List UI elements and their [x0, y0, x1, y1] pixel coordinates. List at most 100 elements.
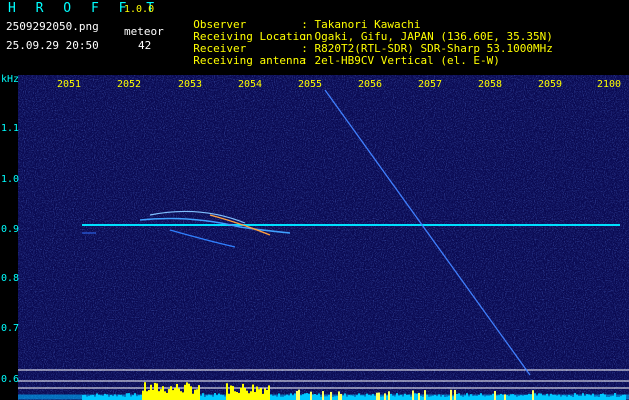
spectrum-bar	[202, 393, 204, 400]
spectrum-bar	[414, 393, 416, 400]
spectrum-bar	[548, 396, 550, 400]
spectrum-bar	[488, 395, 490, 400]
spectrum-bar	[270, 394, 272, 400]
spectrum-bar	[490, 395, 492, 400]
spectrum-bar	[456, 393, 458, 400]
spectrum-bar	[466, 393, 468, 400]
info-key: Receiving antenna	[193, 54, 306, 67]
y-tick: 0.9	[1, 224, 20, 235]
spectrum-bar	[396, 393, 398, 400]
spectrum-bar	[128, 393, 130, 400]
spectrum-bar	[474, 395, 476, 400]
spectrum-bar	[386, 395, 388, 400]
spectrum-bar	[546, 393, 548, 400]
y-tick: 0.8	[1, 273, 20, 284]
x-tick: 2053	[178, 79, 203, 90]
spectrum-bar	[426, 394, 428, 400]
spectrum-bar	[566, 396, 568, 400]
spectrum-bar	[552, 394, 554, 400]
spectrum-bar	[182, 392, 184, 400]
spectrum-bar	[610, 396, 612, 400]
spectrum-bar	[122, 396, 124, 400]
spectrum-bar	[400, 394, 402, 400]
x-tick: 2051	[57, 79, 82, 90]
spectrum-bar	[306, 393, 308, 400]
y-tick: 0.6	[1, 374, 20, 385]
spectrum-bar	[220, 394, 222, 400]
spectrum-bar	[340, 393, 342, 400]
spectrum-bar	[486, 395, 488, 400]
spectrum-bar	[424, 390, 426, 400]
spectrum-bar	[472, 396, 474, 400]
spectrum-bar	[366, 393, 368, 400]
spectrum-bar	[294, 393, 296, 400]
spectrum-bar	[588, 394, 590, 400]
spectrum-bar	[198, 385, 200, 400]
spectrum-bar	[528, 393, 530, 400]
spectrum-bar	[418, 392, 420, 400]
spectrum-bar	[556, 395, 558, 400]
spectrogram	[18, 75, 629, 400]
spectrum-bar	[218, 393, 220, 400]
spectrum-bar	[584, 396, 586, 400]
spectrum-bar	[476, 395, 478, 400]
spectrum-bar	[592, 393, 594, 400]
spectrum-bar	[440, 396, 442, 400]
file-name: 2509292050.png	[6, 20, 99, 33]
spectrum-bar	[510, 394, 512, 400]
spectrum-bar	[260, 388, 262, 400]
spectrum-bar	[558, 394, 560, 400]
spectrum-bar	[384, 393, 386, 400]
spectrum-bar	[408, 394, 410, 400]
spectrum-bar	[406, 394, 408, 400]
spectrum-bar	[420, 396, 422, 400]
spectrum-bar	[578, 396, 580, 400]
spectrum-bar	[248, 393, 250, 400]
spectrum-bar	[180, 391, 182, 400]
spectrum-bar	[560, 396, 562, 400]
spectrum-bar	[256, 386, 258, 400]
spectrum-bar	[200, 395, 202, 400]
spectrum-bar	[300, 395, 302, 400]
spectrum-bar	[250, 391, 252, 400]
spectrum-bar	[576, 394, 578, 400]
spectrum-bar	[352, 395, 354, 400]
spectrum-bar	[314, 393, 316, 400]
spectrum-bar	[382, 396, 384, 400]
spectrum-bar	[216, 395, 218, 400]
spectrum-bar	[312, 394, 314, 400]
spectrum-bar	[602, 393, 604, 400]
y-tick: 1.1	[1, 123, 20, 134]
spectrum-bar	[268, 385, 270, 400]
spectrum-bar	[142, 390, 144, 400]
spectrum-bar	[464, 395, 466, 400]
spectrum-bar	[380, 396, 382, 400]
spectrum-bar	[394, 396, 396, 400]
spectrum-bar	[166, 392, 168, 400]
spectrum-bar	[478, 394, 480, 400]
spectrum-bar	[174, 388, 176, 400]
spectrum-bar	[338, 391, 340, 400]
spectrum-bar	[162, 386, 164, 400]
spectrum-bar	[228, 393, 230, 400]
spectrum-bar	[196, 389, 198, 400]
info-value: : 2el-HB9CV Vertical (el. E-W)	[301, 54, 500, 67]
spectrum-bar	[402, 396, 404, 400]
spectrum-bar	[542, 395, 544, 400]
spectrum-bar	[140, 394, 142, 400]
spectrum-bar	[554, 394, 556, 400]
spectrum-bar	[518, 395, 520, 400]
spectrum-bar	[84, 394, 86, 400]
spectrum-bar	[430, 396, 432, 400]
spectrum-bar	[514, 395, 516, 400]
spectrum-bar	[580, 396, 582, 400]
spectrum-bar	[288, 395, 290, 400]
spectrum-bar	[570, 396, 572, 400]
spectrum-bar	[364, 396, 366, 400]
app-version: 1.0.0	[124, 4, 155, 15]
spectrum-bar	[504, 394, 506, 400]
spectrum-bar	[120, 395, 122, 400]
noise-layer	[18, 75, 629, 400]
meteor-label: meteor	[124, 25, 164, 38]
spectrum-bar	[358, 393, 360, 400]
